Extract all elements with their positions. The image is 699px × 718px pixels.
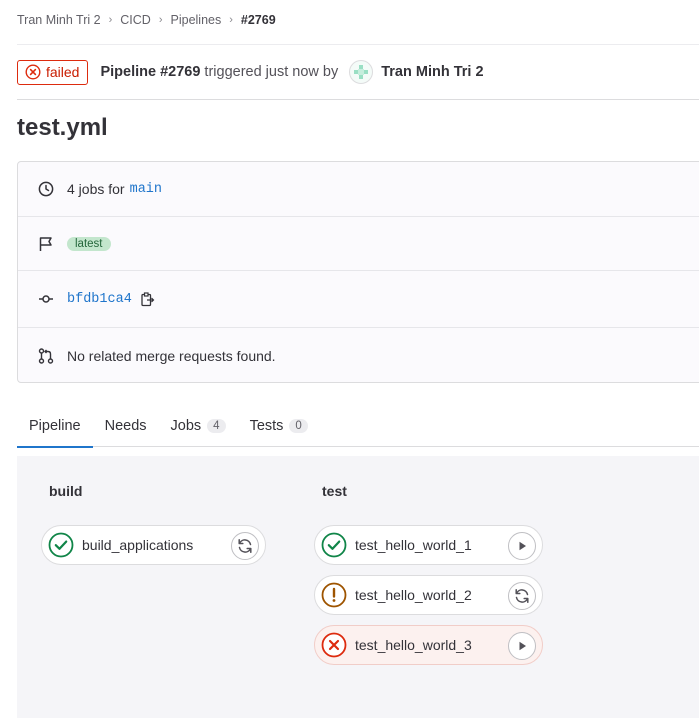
status-failed-icon [321,632,347,658]
pipeline-header: failed Pipeline #2769 triggered just now… [17,59,484,85]
user-link[interactable]: Tran Minh Tri 2 [381,64,483,80]
pipeline-graph: build test build_applications test_hello… [17,456,699,718]
job-name: test_hello_world_1 [355,537,472,553]
tab-pipeline[interactable]: Pipeline [17,405,93,448]
job-test-hello-world-2[interactable]: test_hello_world_2 [314,575,543,615]
status-success-icon [48,532,74,558]
play-button[interactable] [508,632,536,660]
chevron-right-icon: › [108,14,113,26]
pipeline-tabs: Pipeline Needs Jobs 4 Tests 0 [17,405,699,448]
tab-tests[interactable]: Tests 0 [238,405,320,447]
tag-row: latest [18,217,699,271]
status-label: failed [46,64,80,80]
retry-button[interactable] [231,532,259,560]
breadcrumb-item-pipelines[interactable]: Pipelines [171,13,222,27]
page-title: test.yml [17,114,108,141]
retry-icon [515,589,529,603]
stage-title-build: build [49,483,83,499]
pipeline-id: Pipeline #2769 [100,64,201,80]
jobs-count-text: 4 jobs for [67,181,125,197]
job-name: build_applications [82,537,194,553]
identicon-icon [354,65,369,79]
play-icon [519,541,526,551]
merge-request-text: No related merge requests found. [67,348,276,364]
tab-label: Tests [249,418,284,434]
flag-icon [37,235,55,253]
breadcrumb: Tran Minh Tri 2 › CICD › Pipelines › #27… [17,13,276,27]
stage-title-test: test [322,483,347,499]
breadcrumb-item-project[interactable]: CICD [120,13,151,27]
commit-icon [37,290,55,308]
branch-link[interactable]: main [130,182,162,197]
job-name: test_hello_world_2 [355,587,472,603]
latest-badge: latest [67,236,111,251]
clock-icon [37,180,55,198]
breadcrumb-item-current[interactable]: #2769 [241,13,276,27]
retry-icon [238,539,252,553]
job-test-hello-world-3[interactable]: test_hello_world_3 [314,625,543,665]
divider [17,44,699,45]
job-test-hello-world-1[interactable]: test_hello_world_1 [314,525,543,565]
count-badge: 0 [289,419,308,433]
play-button[interactable] [508,532,536,560]
status-warning-icon [321,582,347,608]
pipeline-info-card: 4 jobs for main latest bfdb1ca4 No relat… [17,161,699,383]
play-icon [519,641,526,651]
copy-icon[interactable] [141,291,155,307]
triggered-text: triggered just now by [204,64,339,80]
retry-button[interactable] [508,582,536,610]
commit-row: bfdb1ca4 [18,271,699,328]
tab-jobs[interactable]: Jobs 4 [159,405,238,447]
jobs-row: 4 jobs for main [18,162,699,217]
chevron-right-icon: › [229,14,233,26]
merge-request-icon [37,347,55,365]
tab-label: Jobs [170,418,202,434]
status-failed-icon [25,64,41,80]
merge-request-row: No related merge requests found. [18,328,699,384]
status-success-icon [321,532,347,558]
divider [17,99,699,100]
count-badge: 4 [207,419,226,433]
breadcrumb-item-group[interactable]: Tran Minh Tri 2 [17,13,101,27]
chevron-right-icon: › [158,14,163,26]
job-build-applications[interactable]: build_applications [41,525,266,565]
status-badge[interactable]: failed [17,59,89,85]
commit-sha-link[interactable]: bfdb1ca4 [67,292,132,307]
tab-label: Pipeline [29,418,81,434]
tab-label: Needs [104,418,147,434]
job-name: test_hello_world_3 [355,637,472,653]
tab-needs[interactable]: Needs [93,405,159,447]
avatar[interactable] [349,60,374,84]
